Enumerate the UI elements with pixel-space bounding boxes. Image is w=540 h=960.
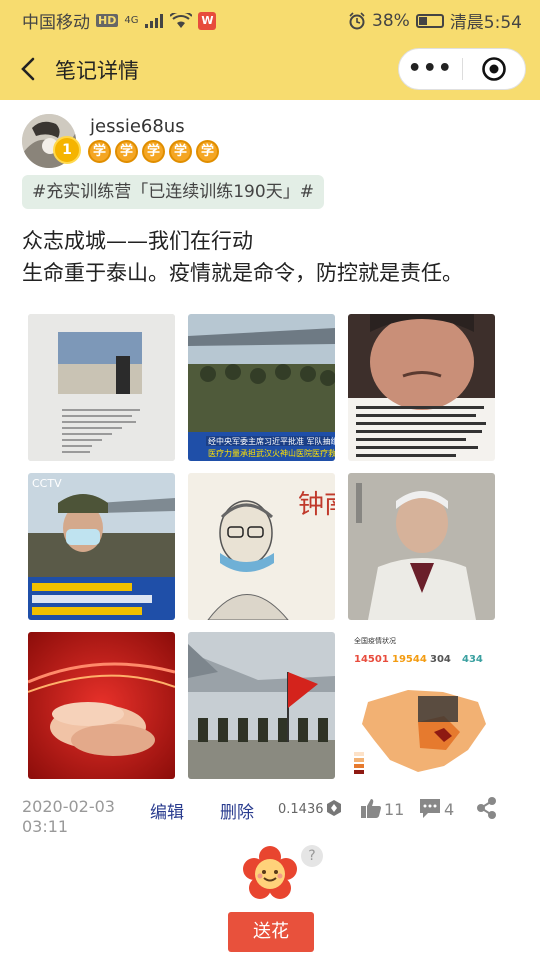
chevron-left-icon[interactable]: [14, 54, 44, 84]
study-badge-icon: 学: [142, 140, 165, 163]
photo-9-stat-4: 434: [462, 654, 483, 665]
more-dots-icon[interactable]: •••: [399, 51, 462, 87]
miniprogram-capsule: •••: [398, 48, 526, 90]
navigation-bar: 笔记详情 •••: [0, 38, 540, 100]
app-notification-icon: W: [198, 11, 217, 30]
comment-icon[interactable]: [419, 798, 441, 819]
signal-icon: [145, 13, 164, 28]
photo-9-stat-1: 14501: [354, 654, 389, 665]
study-badge-icon: 学: [88, 140, 111, 163]
thumbs-up-icon[interactable]: [360, 797, 382, 819]
svg-text:CCTV: CCTV: [32, 477, 62, 490]
help-icon[interactable]: ?: [301, 845, 323, 867]
battery-percent: 38%: [372, 10, 410, 31]
photo-9-stat-2: 19544: [392, 654, 427, 665]
topic-tag[interactable]: #充实训练营「已连续训练190天」#: [22, 175, 324, 209]
photo-9-title: 全国疫情状况: [354, 636, 396, 645]
study-badge-icon: 学: [196, 140, 219, 163]
post-time: 03:11: [22, 817, 69, 836]
post-datetime: 2020-02-03 03:11: [22, 797, 115, 837]
send-flower-button[interactable]: 送花: [228, 912, 314, 952]
edit-button[interactable]: 编辑: [150, 798, 184, 823]
close-target-icon[interactable]: [463, 56, 526, 82]
photo-4[interactable]: CCTV: [28, 473, 175, 620]
photo-9-stat-3: 304: [430, 654, 451, 665]
photo-8[interactable]: [188, 632, 335, 779]
svg-text:医疗力量承担武汉火神山医院医疗救治: 医疗力量承担武汉火神山医院医疗救治: [208, 448, 335, 458]
like-count: 11: [384, 800, 405, 819]
study-badge-icon: 学: [115, 140, 138, 163]
status-bar: 中国移动 HD 4G W 38% 清晨5:54: [0, 0, 540, 38]
coin-icon: [327, 800, 341, 816]
photo-9[interactable]: 全国疫情状况 14501 19544 304 434: [348, 632, 495, 779]
network-type-label: 4G: [124, 15, 139, 26]
alarm-icon: [349, 11, 365, 29]
photo-7[interactable]: [28, 632, 175, 779]
svg-text:经中央军委主席习近平批准 军队抽组: 经中央军委主席习近平批准 军队抽组: [208, 436, 335, 446]
wifi-icon: [170, 12, 193, 28]
carrier-text: 中国移动: [22, 13, 90, 33]
photo-2[interactable]: 经中央军委主席习近平批准 军队抽组 医疗力量承担武汉火神山医院医疗救治: [188, 314, 335, 461]
page-title: 笔记详情: [55, 59, 139, 83]
delete-button[interactable]: 删除: [220, 798, 254, 823]
flower-icon[interactable]: [241, 845, 299, 903]
photo-1[interactable]: [28, 314, 175, 461]
photo-5-title: 钟南山: [298, 490, 335, 520]
photo-6[interactable]: [348, 473, 495, 620]
note-line-2: 生命重于泰山。疫情就是命令，防控就是责任。: [22, 261, 463, 285]
comment-count: 4: [444, 800, 455, 819]
username[interactable]: jessie68us: [90, 116, 185, 137]
photo-3[interactable]: [348, 314, 495, 461]
clock-time: 清晨5:54: [449, 13, 522, 33]
note-line-1: 众志成城——我们在行动: [22, 229, 253, 253]
share-icon[interactable]: [476, 797, 498, 819]
study-badge-icon: 学: [169, 140, 192, 163]
battery-icon: [415, 13, 444, 28]
post-date: 2020-02-03: [22, 797, 115, 816]
level-medal-icon: 1: [53, 136, 81, 164]
note-content: 众志成城——我们在行动 生命重于泰山。疫情就是命令，防控就是责任。: [22, 225, 463, 289]
study-badges: 学 学 学 学 学: [88, 140, 219, 163]
hd-badge: HD: [96, 14, 119, 27]
score-value: 0.1436: [278, 802, 324, 817]
photo-5[interactable]: 钟南山: [188, 473, 335, 620]
